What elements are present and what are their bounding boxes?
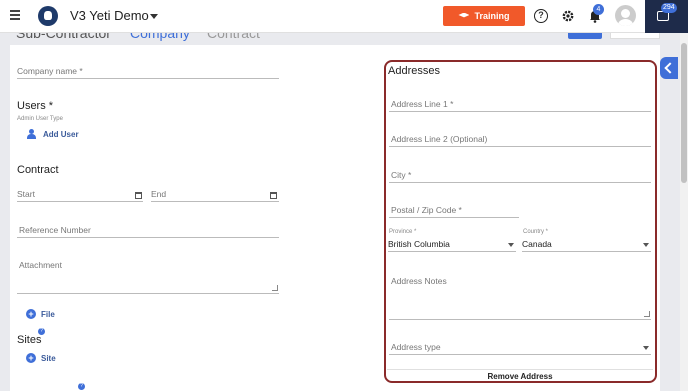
chevron-down-icon [643,346,649,350]
city-label: City * [391,170,412,180]
notification-badge: 4 [593,4,604,15]
postal-code-field[interactable]: Postal / Zip Code * [389,205,519,218]
person-add-icon [26,129,38,139]
calendar-icon[interactable] [270,192,277,199]
province-value: British Columbia [388,239,450,249]
users-heading: Users * [17,100,54,112]
address-line2-label: Address Line 2 (Optional) [391,134,488,144]
menu-icon[interactable] [10,10,20,20]
primary-action-button[interactable] [568,33,602,39]
help-icon[interactable]: ? [78,383,85,390]
reference-number-label: Reference Number [19,225,91,235]
address-notes-field[interactable]: Address Notes [389,276,651,320]
sites-heading: Sites [17,334,42,346]
country-label: Country * [523,229,549,235]
address-type-select[interactable]: Address type [389,342,651,355]
training-label: Training [474,11,510,21]
address-line2-field[interactable]: Address Line 2 (Optional) [389,134,651,147]
contract-heading: Contract [17,164,59,176]
training-button[interactable]: Training [443,6,525,26]
add-site-button[interactable]: + Site [26,353,56,363]
chevron-down-icon[interactable] [150,14,158,19]
tab-company[interactable]: Company [130,33,190,41]
add-user-button[interactable]: Add User [26,129,79,139]
plus-circle-icon: + [26,353,36,363]
calendar-icon[interactable] [135,192,142,199]
tab-contract[interactable]: Contract [207,33,260,41]
admin-user-type-label: Admin User Type [17,116,63,122]
city-field[interactable]: City * [389,170,651,183]
chat-button[interactable]: 294 [645,0,688,33]
reference-number-field[interactable]: Reference Number [17,225,279,238]
resize-handle-icon[interactable] [644,311,650,317]
end-date-field[interactable]: End [151,189,279,202]
province-select[interactable]: British Columbia [388,239,516,252]
attachment-label: Attachment [19,260,62,270]
start-label: Start [17,189,35,199]
help-icon[interactable]: ? [534,9,548,23]
address-type-label: Address type [391,342,441,352]
tabs-strip: Sub-Contractor Company Contract [10,33,660,43]
secondary-action-button[interactable] [610,33,660,39]
company-name-label: Company name * [17,66,83,76]
chevron-down-icon [643,243,649,247]
province-label: Province * [389,229,417,235]
top-app-bar: V3 Yeti Demo Training ? 4 294 [0,0,688,33]
start-date-field[interactable]: Start [17,189,143,202]
address-line1-label: Address Line 1 * [391,99,454,109]
chevron-left-icon[interactable] [660,57,678,79]
end-label: End [151,189,167,199]
yeti-logo [38,6,58,26]
scrollbar[interactable] [680,33,688,391]
chat-badge: 294 [661,3,677,13]
postal-code-label: Postal / Zip Code * [391,205,462,215]
file-label: File [41,309,55,319]
app-title[interactable]: V3 Yeti Demo [70,8,149,23]
plus-circle-icon: + [26,309,36,319]
country-value: Canada [522,239,552,249]
site-label: Site [41,353,56,363]
address-notes-label: Address Notes [391,276,447,286]
remove-address-button[interactable]: Remove Address [387,369,653,383]
avatar[interactable] [615,5,636,26]
addresses-title: Addresses [388,65,440,77]
attachment-field[interactable]: Attachment [17,260,279,294]
country-select[interactable]: Canada [522,239,651,252]
company-name-field[interactable]: Company name * [17,66,279,79]
address-line1-field[interactable]: Address Line 1 * [389,99,651,112]
resize-handle-icon[interactable] [272,285,278,291]
graduation-cap-icon [458,12,470,18]
tab-sub-contractor[interactable]: Sub-Contractor [16,33,111,41]
gear-icon[interactable] [561,9,575,23]
add-file-button[interactable]: + File [26,309,55,319]
scrollbar-thumb[interactable] [681,43,687,183]
add-user-label: Add User [43,129,79,139]
chevron-down-icon [508,243,514,247]
